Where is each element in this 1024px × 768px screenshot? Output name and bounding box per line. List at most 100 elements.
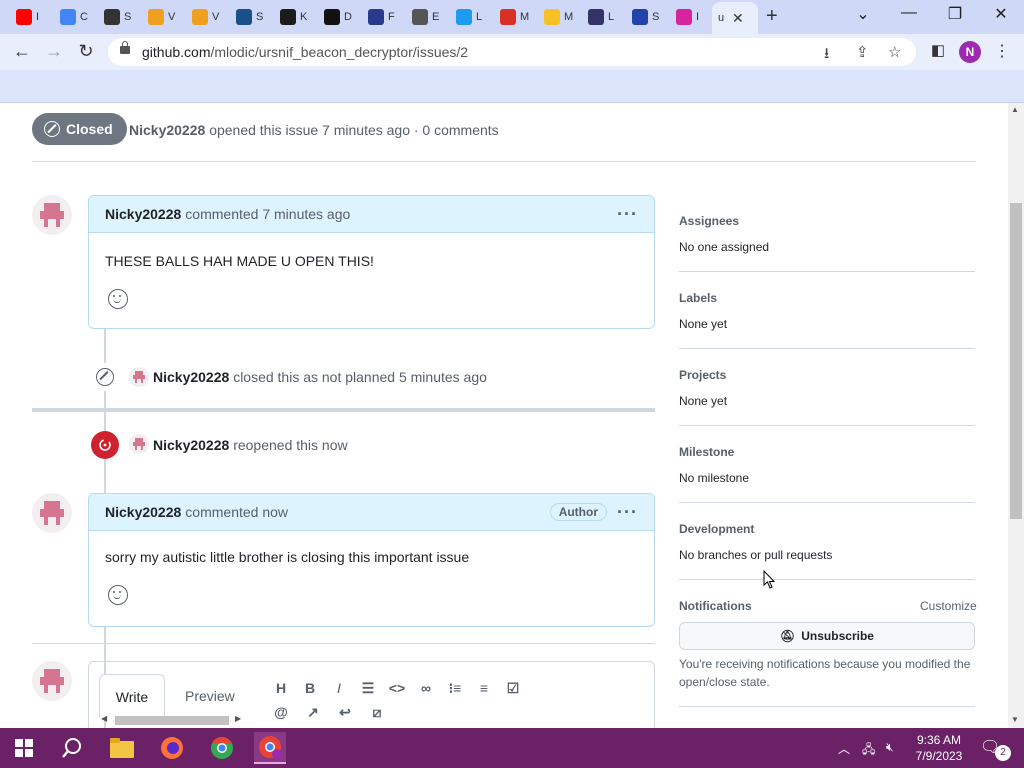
close-tab-icon[interactable]: ✕ — [732, 10, 744, 27]
search-icon[interactable] — [56, 732, 88, 764]
restore-button[interactable]: ❐ — [940, 4, 970, 24]
browser-tab[interactable]: F — [362, 4, 402, 30]
italic-icon[interactable]: I — [330, 680, 348, 696]
issue-meta: Nicky20228 opened this issue 7 minutes a… — [129, 122, 499, 138]
gmail-icon — [500, 9, 516, 25]
browser-tab[interactable]: M — [494, 4, 534, 30]
comment-timestamp[interactable]: commented 7 minutes ago — [185, 206, 350, 222]
site-icon — [412, 9, 428, 25]
avatar[interactable] — [129, 434, 149, 454]
labels-heading[interactable]: Labels — [679, 291, 717, 305]
avatar[interactable] — [32, 493, 72, 533]
page-scroll-thumb[interactable] — [1010, 203, 1022, 519]
page-scrollbar[interactable]: ▲ ▼ — [1008, 103, 1024, 728]
scroll-up-icon[interactable]: ▲ — [1011, 105, 1019, 114]
minimize-button[interactable]: — — [894, 4, 924, 22]
chrome-profile-icon[interactable] — [254, 732, 286, 764]
projects-heading[interactable]: Projects — [679, 368, 726, 382]
numbered-list-icon[interactable]: ≡ — [475, 680, 493, 696]
browser-tab[interactable]: E — [406, 4, 446, 30]
avatar[interactable] — [129, 367, 149, 387]
volume-muted-icon[interactable]: 🔇︎ — [886, 740, 894, 755]
back-icon[interactable]: ← — [10, 41, 34, 62]
browser-tab[interactable]: S — [626, 4, 666, 30]
firefox-icon[interactable] — [156, 732, 188, 764]
browser-tab[interactable]: S — [230, 4, 270, 30]
new-tab-button[interactable]: + — [766, 5, 778, 28]
comment-options-icon[interactable]: ··· — [617, 502, 638, 523]
mention-icon[interactable]: @ — [272, 704, 290, 720]
tab-title: I — [36, 11, 40, 23]
browser-tab[interactable]: M — [538, 4, 578, 30]
start-icon[interactable] — [8, 732, 40, 764]
menu-kebab-icon[interactable]: ⋮ — [990, 41, 1014, 61]
event-actor-link[interactable]: Nicky20228 — [153, 437, 229, 453]
browser-tab[interactable]: K — [274, 4, 314, 30]
scroll-left-icon[interactable]: ◀ — [101, 714, 107, 723]
bookmark-star-icon[interactable]: ☆ — [888, 43, 901, 61]
heading-icon[interactable]: H — [272, 680, 290, 696]
toolbar-scrollbar[interactable]: ◀ ▶ — [101, 714, 241, 726]
address-bar[interactable]: github.com/mlodic/ursnif_beacon_decrypto… — [108, 38, 916, 66]
slash-command-icon[interactable]: ⧄ — [368, 704, 386, 721]
close-window-button[interactable]: ✕ — [986, 4, 1016, 24]
add-reaction-icon[interactable] — [108, 585, 128, 605]
lock-icon[interactable] — [120, 41, 130, 54]
comment-author-link[interactable]: Nicky20228 — [105, 206, 181, 222]
browser-tab[interactable]: L — [582, 4, 622, 30]
system-clock[interactable]: 9:36 AM 7/9/2023 — [910, 732, 968, 764]
link-icon[interactable]: ∞ — [417, 680, 435, 696]
tab-title: K — [300, 11, 308, 23]
scroll-thumb[interactable] — [115, 716, 229, 725]
comment-options-icon[interactable]: ··· — [617, 204, 638, 225]
browser-tab[interactable]: V — [142, 4, 182, 30]
url-text[interactable]: github.com/mlodic/ursnif_beacon_decrypto… — [142, 44, 468, 60]
reference-icon[interactable]: ↗ — [304, 704, 322, 721]
unsubscribe-button[interactable]: 🔕︎ Unsubscribe — [679, 622, 975, 650]
browser-tab[interactable]: S — [98, 4, 138, 30]
profile-avatar[interactable]: N — [959, 41, 981, 63]
chrome-icon[interactable] — [206, 732, 238, 764]
reply-icon[interactable]: ↩ — [336, 704, 354, 721]
scroll-right-icon[interactable]: ▶ — [235, 714, 241, 723]
event-actor-link[interactable]: Nicky20228 — [153, 369, 229, 385]
issue-author-link[interactable]: Nicky20228 — [129, 122, 205, 138]
browser-tab[interactable]: u ✕ — [712, 2, 758, 34]
network-icon[interactable]: 🖧︎ — [862, 740, 875, 761]
avatar[interactable] — [32, 195, 72, 235]
bold-icon[interactable]: B — [301, 680, 319, 696]
file-explorer-icon[interactable] — [106, 732, 138, 764]
tab-title: C — [80, 11, 88, 23]
tray-overflow-icon[interactable]: ︿ — [838, 740, 850, 757]
comment-timestamp[interactable]: commented now — [185, 504, 288, 520]
code-icon[interactable]: <> — [388, 680, 406, 696]
browser-tab[interactable]: L — [450, 4, 490, 30]
reload-icon[interactable]: ↻ — [74, 41, 98, 62]
tab-preview[interactable]: Preview — [185, 688, 235, 704]
assignees-heading[interactable]: Assignees — [679, 214, 739, 228]
browser-tab[interactable]: V — [186, 4, 226, 30]
browser-tab[interactable]: I — [670, 4, 710, 30]
tab-write[interactable]: Write — [99, 674, 165, 718]
scroll-down-icon[interactable]: ▼ — [1011, 715, 1019, 724]
quote-icon[interactable]: ☰ — [359, 680, 377, 697]
browser-tab[interactable]: D — [318, 4, 358, 30]
browser-tab[interactable]: I — [10, 4, 50, 30]
task-list-icon[interactable]: ☑ — [504, 680, 522, 697]
forward-icon[interactable]: → — [42, 41, 66, 62]
browser-tab[interactable]: C — [54, 4, 94, 30]
side-panel-icon[interactable]: ◧ — [926, 41, 950, 59]
customize-link[interactable]: Customize — [920, 599, 977, 613]
tab-search-icon[interactable]: ⌄ — [848, 4, 878, 24]
install-icon[interactable]: ⭳ — [824, 43, 829, 68]
development-heading[interactable]: Development — [679, 522, 754, 536]
issue-meta-text: opened this issue 7 minutes ago · 0 comm… — [209, 122, 499, 138]
tab-title: S — [652, 11, 660, 23]
comment-author-link[interactable]: Nicky20228 — [105, 504, 181, 520]
milestone-heading[interactable]: Milestone — [679, 445, 734, 459]
bullet-list-icon[interactable]: ⁝≡ — [446, 680, 464, 697]
share-icon[interactable]: ⇪ — [856, 43, 869, 61]
tab-title: M — [564, 11, 574, 23]
add-reaction-icon[interactable] — [108, 289, 128, 309]
labels-value: None yet — [679, 317, 728, 331]
